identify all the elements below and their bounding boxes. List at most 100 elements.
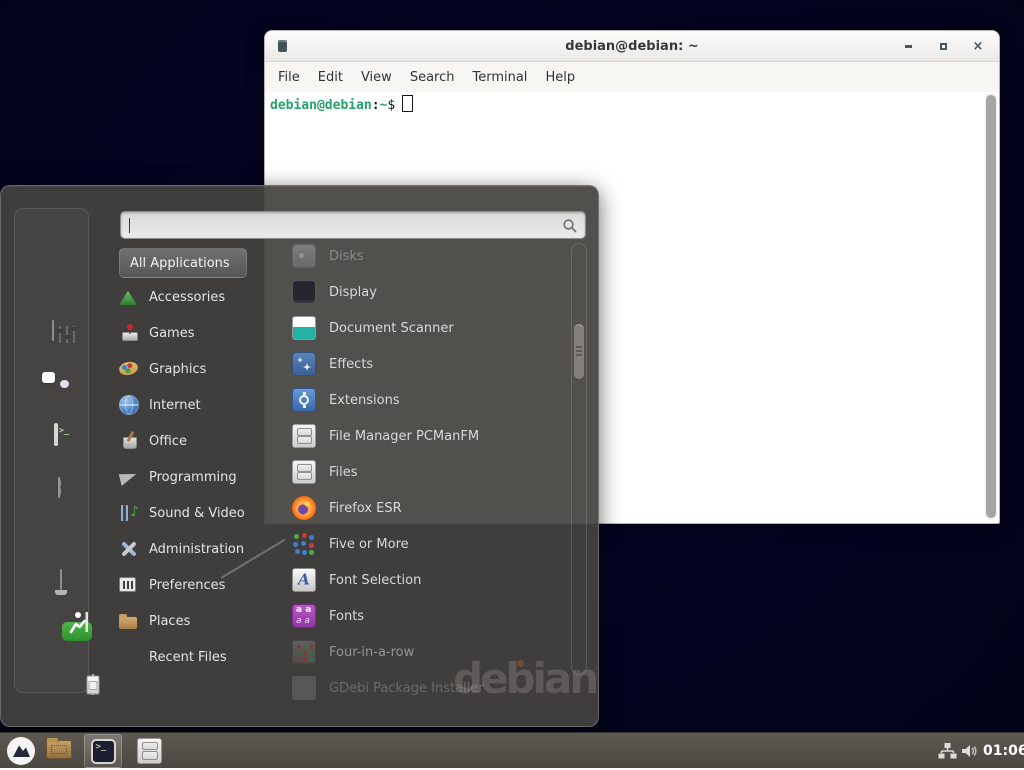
- app-item-display[interactable]: Display: [284, 274, 570, 310]
- menu-file[interactable]: File: [269, 66, 309, 89]
- terminal-window-icon: [278, 40, 287, 52]
- app-item-effects[interactable]: Effects: [284, 346, 570, 382]
- menu-terminal[interactable]: Terminal: [463, 66, 536, 89]
- app-label: Document Scanner: [329, 321, 454, 336]
- category-label: Places: [149, 614, 190, 629]
- document-scanner-icon: [292, 316, 316, 340]
- accessories-icon: [119, 291, 137, 305]
- log-out-icon[interactable]: [62, 622, 92, 641]
- prompt-symbol: $: [387, 98, 395, 113]
- app-label: Four-in-a-row: [329, 645, 414, 660]
- terminal-scrollbar-thumb[interactable]: [986, 95, 996, 518]
- close-button[interactable]: ×: [971, 39, 985, 53]
- category-internet[interactable]: Internet: [119, 387, 271, 423]
- category-label: Programming: [149, 470, 237, 485]
- graphics-icon: [118, 360, 139, 377]
- category-label: Games: [149, 326, 194, 341]
- category-places[interactable]: Places: [119, 603, 271, 639]
- menu-view[interactable]: View: [352, 66, 401, 89]
- five-or-more-icon: [292, 532, 316, 556]
- app-label: Extensions: [329, 393, 400, 408]
- category-label: Recent Files: [149, 650, 227, 665]
- taskbar-clock[interactable]: 01:06: [983, 743, 1024, 759]
- app-item-files[interactable]: Files: [284, 454, 570, 490]
- search-input[interactable]: [121, 212, 585, 238]
- minimize-button[interactable]: [901, 39, 915, 53]
- menu-scrollbar[interactable]: [571, 243, 587, 675]
- app-item-fonts[interactable]: Fonts: [284, 598, 570, 634]
- favorites-rail: [14, 208, 89, 693]
- games-icon: [119, 323, 139, 343]
- app-item-four-in-a-row[interactable]: Four-in-a-row: [284, 634, 570, 670]
- recent-files-spacer: [119, 647, 139, 667]
- internet-globe-icon: [119, 395, 139, 415]
- file-manager-icon[interactable]: [58, 477, 60, 498]
- menu-search[interactable]: Search: [401, 66, 464, 89]
- category-all-applications[interactable]: All Applications: [119, 248, 247, 278]
- file-manager-launcher[interactable]: [137, 738, 162, 764]
- network-icon[interactable]: [938, 743, 957, 763]
- gdebi-icon: [292, 676, 316, 700]
- prompt-user-host: debian@debian: [270, 98, 372, 113]
- category-label: Office: [149, 434, 187, 449]
- menu-scrollbar-thumb[interactable]: [574, 324, 584, 379]
- app-item-font-selection[interactable]: Font Selection: [284, 562, 570, 598]
- app-label: Fonts: [329, 609, 364, 624]
- maximize-button[interactable]: [936, 39, 950, 53]
- display-icon: [292, 280, 316, 304]
- category-label: Accessories: [149, 290, 225, 305]
- folder-launcher-icon[interactable]: [46, 740, 72, 759]
- app-item-disks[interactable]: Disks: [284, 238, 570, 274]
- firefox-icon: [292, 496, 316, 520]
- office-icon: [119, 431, 139, 451]
- app-label: Files: [329, 465, 358, 480]
- category-label: Preferences: [149, 578, 225, 593]
- category-preferences[interactable]: Preferences: [119, 567, 271, 603]
- category-recent-files[interactable]: Recent Files: [119, 639, 271, 675]
- app-item-gdebi[interactable]: GDebi Package Installer: [284, 670, 570, 706]
- application-menu: debian All Applications Accessori: [0, 185, 599, 727]
- app-item-five-or-more[interactable]: Five or More: [284, 526, 570, 562]
- font-selection-icon: [292, 568, 316, 592]
- app-item-firefox-esr[interactable]: Firefox ESR: [284, 490, 570, 526]
- category-sound-video[interactable]: Sound & Video: [119, 495, 271, 531]
- shut-down-icon[interactable]: [92, 674, 94, 695]
- category-accessories[interactable]: Accessories: [119, 279, 271, 315]
- app-item-document-scanner[interactable]: Document Scanner: [284, 310, 570, 346]
- search-caret: [129, 218, 130, 233]
- settings-sliders-icon[interactable]: [52, 320, 54, 341]
- four-in-a-row-icon: [292, 640, 316, 664]
- app-item-file-manager-pcmanfm[interactable]: File Manager PCManFM: [284, 418, 570, 454]
- file-cabinet-icon: [137, 738, 162, 764]
- file-cabinet-icon: [292, 424, 316, 448]
- taskbar: 01:06: [0, 732, 1024, 768]
- terminal-icon[interactable]: [54, 423, 58, 446]
- category-office[interactable]: Office: [119, 423, 271, 459]
- programming-icon: [119, 470, 138, 486]
- category-label: Sound & Video: [149, 506, 245, 521]
- terminal-task-button[interactable]: [84, 734, 122, 768]
- category-graphics[interactable]: Graphics: [119, 351, 271, 387]
- app-label: Font Selection: [329, 573, 421, 588]
- category-programming[interactable]: Programming: [119, 459, 271, 495]
- category-games[interactable]: Games: [119, 315, 271, 351]
- preferences-icon: [119, 577, 136, 592]
- app-label: Five or More: [329, 537, 409, 552]
- app-label: Display: [329, 285, 377, 300]
- category-label: Graphics: [149, 362, 206, 377]
- terminal-titlebar[interactable]: debian@debian: ~ ×: [265, 31, 999, 62]
- app-item-extensions[interactable]: Extensions: [284, 382, 570, 418]
- menu-help[interactable]: Help: [536, 66, 584, 89]
- lock-screen-icon[interactable]: [60, 569, 62, 590]
- terminal-title: debian@debian: ~: [265, 39, 999, 54]
- places-folder-icon: [119, 617, 137, 629]
- volume-icon[interactable]: [960, 742, 978, 764]
- terminal-icon: [91, 739, 116, 764]
- sound-video-icon: [119, 503, 139, 523]
- effects-icon: [292, 352, 316, 376]
- menu-button[interactable]: [6, 736, 36, 766]
- file-cabinet-icon: [292, 460, 316, 484]
- menu-edit[interactable]: Edit: [309, 66, 352, 89]
- terminal-scrollbar[interactable]: [985, 93, 997, 520]
- terminal-cursor: [402, 95, 413, 112]
